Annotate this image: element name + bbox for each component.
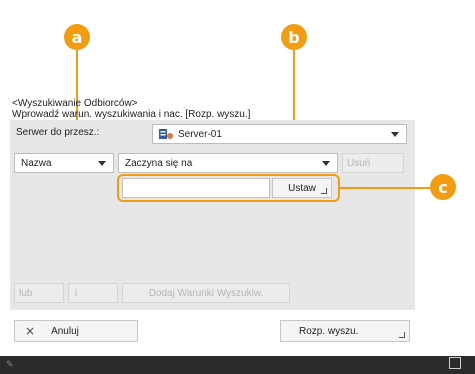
- add-condition-button-label: Dodaj Warunki Wyszukiw.: [148, 287, 264, 299]
- server-dropdown-value: Server-01: [178, 128, 222, 140]
- callout-a: a: [64, 24, 90, 50]
- server-label: Serwer do przesz.:: [16, 127, 100, 138]
- cancel-button-label: Anuluj: [51, 325, 79, 337]
- delete-button[interactable]: Usuń: [342, 153, 404, 173]
- callout-c-label: c: [438, 177, 448, 197]
- callout-c-leader: [340, 187, 432, 189]
- server-dropdown[interactable]: Server-01: [152, 124, 407, 144]
- dialog-instructions: Wprowadź warun. wyszukiwania i nac. [Roz…: [12, 109, 251, 120]
- server-icon: [159, 129, 173, 139]
- condition-dropdown-value: Zaczyna się na: [125, 157, 193, 169]
- start-search-button-label: Rozp. wyszu.: [299, 325, 359, 337]
- condition-dropdown[interactable]: Zaczyna się na: [118, 153, 338, 173]
- corner-arrow-icon: [399, 332, 405, 338]
- callout-c: c: [430, 174, 456, 200]
- delete-button-label: Usuń: [347, 157, 371, 169]
- copy-icon[interactable]: [449, 357, 461, 369]
- cancel-button[interactable]: × Anuluj: [14, 320, 138, 342]
- callout-c-highlight: [117, 174, 340, 202]
- dialog-title: <Wyszukiwanie Odbiorców> Wprowadź warun.…: [12, 98, 250, 120]
- pencil-icon: ✎: [6, 359, 14, 369]
- callout-a-label: a: [71, 27, 83, 47]
- and-button[interactable]: i: [68, 283, 118, 303]
- status-bar: ✎: [0, 356, 475, 374]
- close-icon: ×: [25, 324, 36, 338]
- chevron-down-icon: [322, 161, 330, 166]
- field-dropdown-value: Nazwa: [21, 157, 52, 169]
- or-button-label: lub: [19, 287, 33, 299]
- and-button-label: i: [75, 287, 78, 299]
- add-condition-button[interactable]: Dodaj Warunki Wyszukiw.: [122, 283, 290, 303]
- callout-b: b: [281, 24, 307, 50]
- callout-b-label: b: [288, 27, 300, 47]
- field-dropdown[interactable]: Nazwa: [14, 153, 114, 173]
- start-search-button[interactable]: Rozp. wyszu.: [280, 320, 410, 342]
- chevron-down-icon: [98, 161, 106, 166]
- or-button[interactable]: lub: [14, 283, 64, 303]
- dialog-title-line1: <Wyszukiwanie Odbiorców>: [12, 98, 138, 109]
- chevron-down-icon: [391, 132, 399, 137]
- search-criteria-panel: Serwer do przesz.: Server-01 Nazwa Zaczy…: [10, 120, 415, 310]
